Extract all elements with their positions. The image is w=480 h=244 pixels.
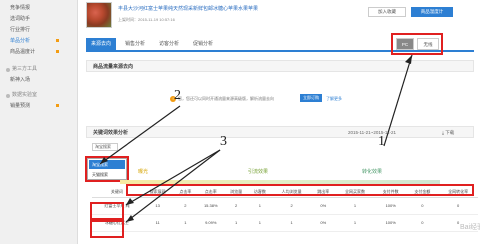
app-window: 竞争情报 选词助手 行业排行 单品分析 商品温度计 第三方工具 新神入场 数据实… <box>0 0 480 244</box>
annotation-arrow-3b <box>125 149 221 223</box>
annotation-arrow-1 <box>383 54 413 147</box>
arrowhead-icon <box>405 55 412 64</box>
arrowhead-icon <box>100 157 108 164</box>
annotation-arrow-3a <box>125 149 221 206</box>
annotation-arrows <box>99 54 413 223</box>
annotation-arrow-2 <box>99 105 181 165</box>
annotation-number-1: 1 <box>378 134 385 149</box>
annotation-number-3: 3 <box>220 134 227 149</box>
annotation-number-2: 2 <box>174 88 181 103</box>
